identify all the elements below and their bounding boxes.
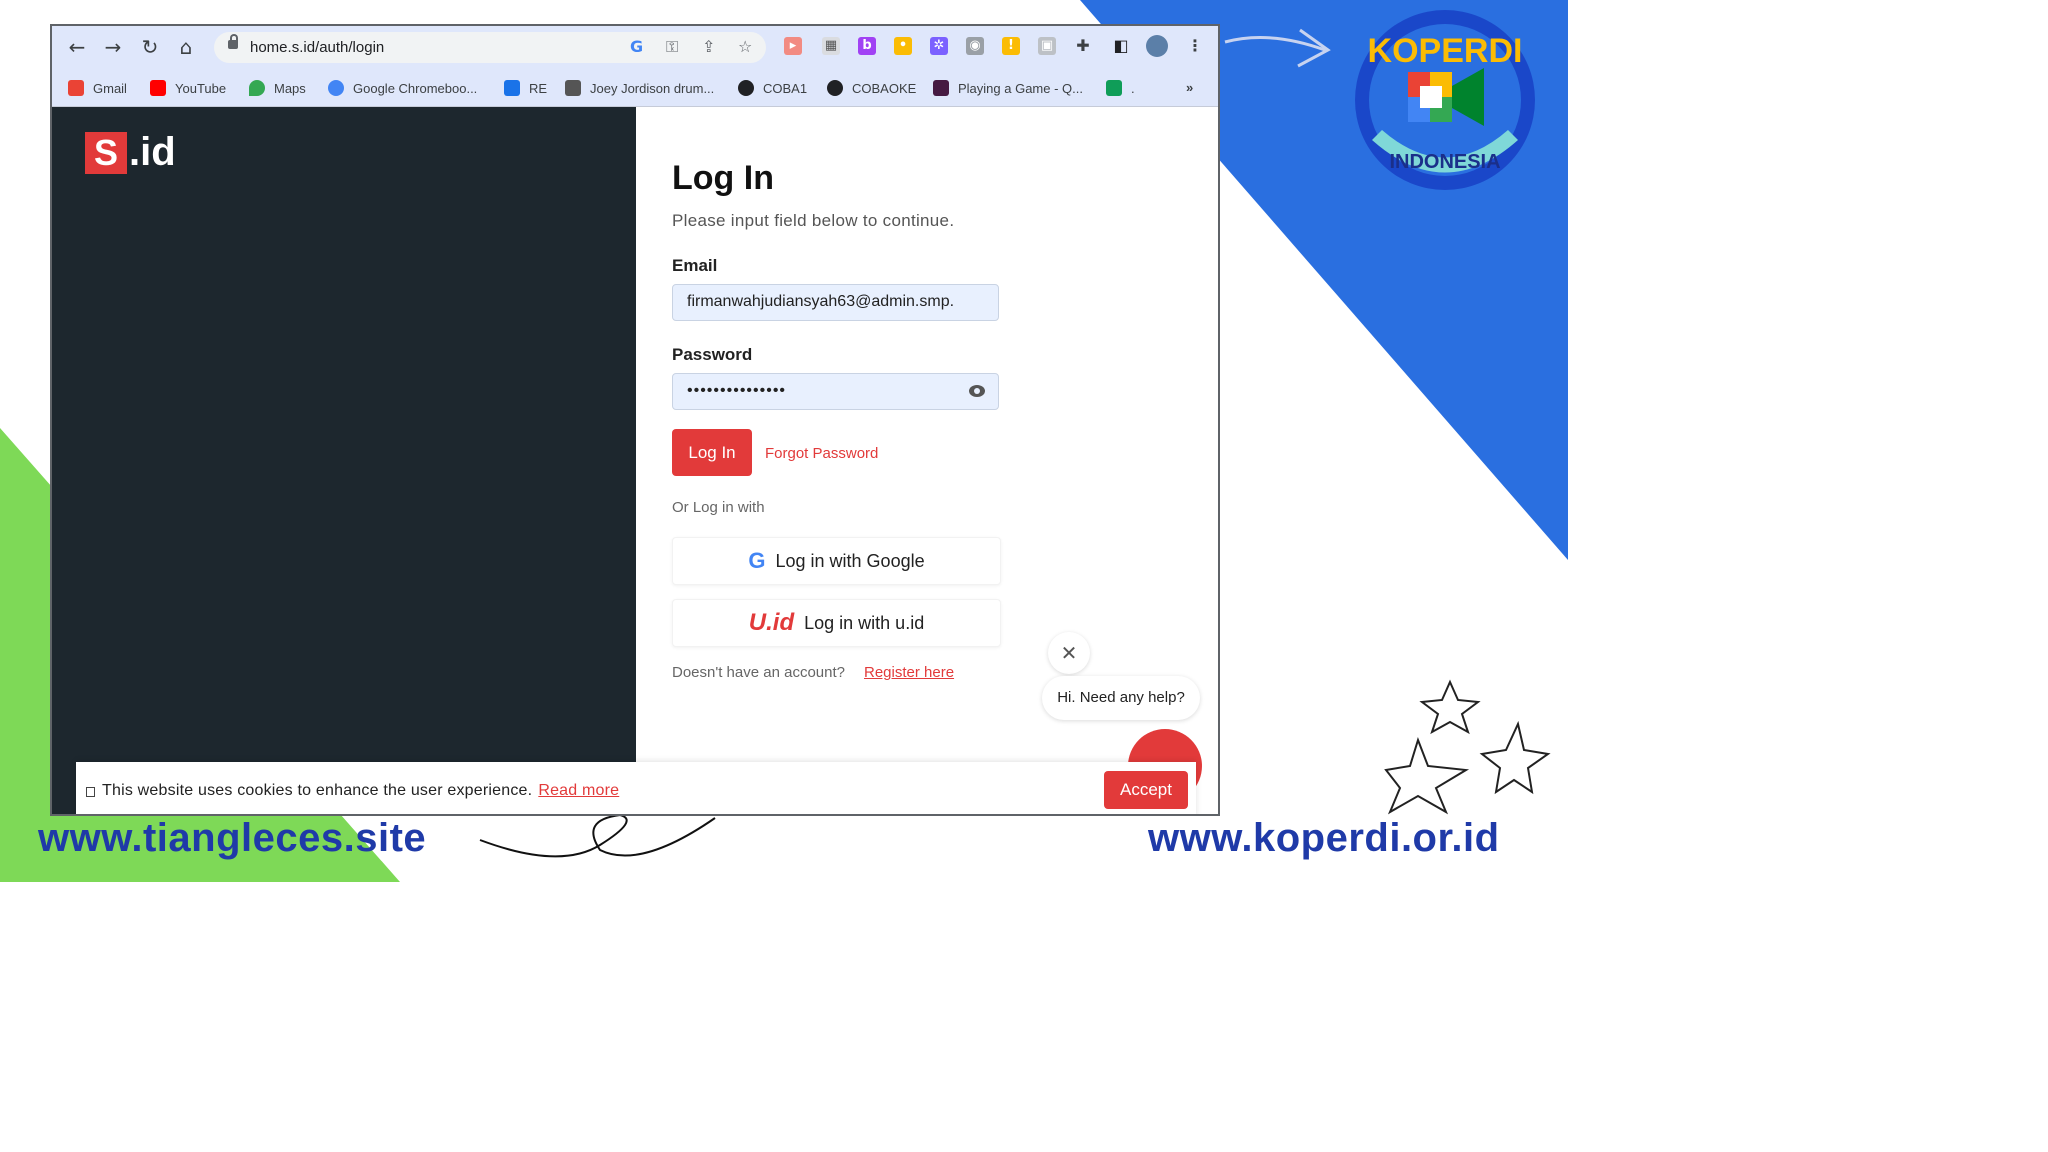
- bulb-icon[interactable]: !: [1002, 37, 1020, 55]
- scribble-line: [479, 813, 716, 858]
- email-value: firmanwahjudiansyah63@admin.smp.: [687, 293, 955, 310]
- extension-icon[interactable]: ▣: [1038, 37, 1056, 55]
- stars-icon: [1384, 679, 1551, 815]
- login-page: S .id Log In Please input field below to…: [52, 107, 1218, 814]
- password-value: •••••••••••••••: [687, 382, 787, 399]
- globe-icon: [738, 80, 754, 96]
- extension-icon[interactable]: ▸: [784, 37, 802, 55]
- svg-text:KOPERDI: KOPERDI: [1368, 32, 1523, 70]
- quizizz-icon: [933, 80, 949, 96]
- login-button[interactable]: Log In: [672, 429, 752, 476]
- bookmark-re[interactable]: RE: [504, 80, 547, 96]
- register-link[interactable]: Register here: [864, 664, 954, 681]
- bookmark-joey[interactable]: Joey Jordison drum...: [565, 80, 714, 96]
- show-password-eye-icon[interactable]: [969, 385, 985, 397]
- lock-icon: [228, 34, 238, 49]
- footer-website-right: www.koperdi.or.id: [1148, 816, 1500, 860]
- bookmark-cobaoke[interactable]: COBAOKE: [827, 80, 916, 96]
- brand-panel: S .id: [52, 107, 636, 814]
- browser-toolbar: ← → ↻ ⌂ home.s.id/auth/login G ⚿ ⇪ ☆ ▸ ▦…: [52, 26, 1218, 70]
- extension-icon[interactable]: ✲: [930, 37, 948, 55]
- bookmark-sheets[interactable]: .: [1106, 80, 1135, 96]
- share-icon[interactable]: ⇪: [702, 37, 715, 56]
- side-panel-icon[interactable]: ◧: [1112, 37, 1130, 55]
- bookmark-gmail[interactable]: Gmail: [68, 80, 127, 96]
- video-icon: [565, 80, 581, 96]
- no-account-text: Doesn't have an account?: [672, 664, 845, 681]
- bookmark-star-icon[interactable]: ☆: [738, 37, 752, 56]
- bookmark-coba1[interactable]: COBA1: [738, 80, 807, 96]
- extension-icon[interactable]: •: [894, 37, 912, 55]
- key-icon[interactable]: ⚿: [666, 37, 678, 57]
- bookmark-maps[interactable]: Maps: [249, 80, 306, 96]
- google-icon: G: [748, 548, 766, 573]
- home-icon[interactable]: ⌂: [175, 36, 197, 58]
- chat-close-icon[interactable]: ✕: [1048, 632, 1090, 674]
- password-label: Password: [672, 345, 753, 364]
- koperdi-badge: KOPERDI INDONESIA: [1355, 10, 1535, 190]
- menu-icon[interactable]: ⋮: [1186, 37, 1204, 55]
- address-bar[interactable]: home.s.id/auth/login G ⚿ ⇪ ☆: [214, 32, 766, 63]
- puzzle-icon[interactable]: ✚: [1074, 37, 1092, 55]
- bookmark-youtube[interactable]: YouTube: [150, 80, 226, 96]
- url-text: home.s.id/auth/login: [250, 39, 385, 56]
- avatar[interactable]: [1146, 35, 1168, 57]
- bookmarks-overflow-icon[interactable]: »: [1186, 80, 1193, 95]
- browser-window: ← → ↻ ⌂ home.s.id/auth/login G ⚿ ⇪ ☆ ▸ ▦…: [50, 24, 1220, 816]
- sheets-icon: [1106, 80, 1122, 96]
- svg-text:INDONESIA: INDONESIA: [1389, 151, 1500, 173]
- youtube-icon: [150, 80, 166, 96]
- accept-cookies-button[interactable]: Accept: [1104, 771, 1188, 809]
- cookie-text: This website uses cookies to enhance the…: [102, 782, 533, 799]
- login-with-google-button[interactable]: G Log in with Google: [672, 537, 1001, 585]
- email-label: Email: [672, 256, 718, 275]
- back-icon[interactable]: ←: [66, 36, 88, 58]
- page-subtitle: Please input field below to continue.: [672, 211, 955, 230]
- google-icon: [328, 80, 344, 96]
- maps-icon: [249, 80, 265, 96]
- globe-icon: [827, 80, 843, 96]
- read-more-link[interactable]: Read more: [538, 782, 619, 799]
- bookmark-quizizz[interactable]: Playing a Game - Q...: [933, 80, 1083, 96]
- reload-icon[interactable]: ↻: [139, 36, 161, 58]
- email-field[interactable]: firmanwahjudiansyah63@admin.smp.: [672, 284, 999, 321]
- uid-logo-icon: U.id: [748, 609, 795, 636]
- bookmarks-bar: Gmail YouTube Maps Google Chromeboo... R…: [52, 70, 1218, 107]
- google-translate-icon[interactable]: G: [630, 37, 643, 56]
- password-field[interactable]: •••••••••••••••: [672, 373, 999, 410]
- login-with-uid-button[interactable]: U.id Log in with u.id: [672, 599, 1001, 647]
- chat-help-bubble[interactable]: Hi. Need any help?: [1042, 676, 1200, 720]
- or-login-with-text: Or Log in with: [672, 499, 765, 516]
- cookie-checkbox[interactable]: [86, 787, 95, 797]
- footer-website-left: www.tiangleces.site: [38, 816, 427, 860]
- bookmark-chromebook[interactable]: Google Chromeboo...: [328, 80, 477, 96]
- contact-icon: [504, 80, 520, 96]
- page-title: Log In: [672, 159, 774, 197]
- extension-b-icon[interactable]: b: [858, 37, 876, 55]
- gmail-icon: [68, 80, 84, 96]
- cookie-banner: This website uses cookies to enhance the…: [76, 762, 1196, 814]
- forgot-password-link[interactable]: Forgot Password: [765, 445, 878, 462]
- sid-logo[interactable]: S .id: [85, 130, 176, 175]
- extension-icon[interactable]: ▦: [822, 37, 840, 55]
- camera-icon[interactable]: ◉: [966, 37, 984, 55]
- forward-icon[interactable]: →: [102, 36, 124, 58]
